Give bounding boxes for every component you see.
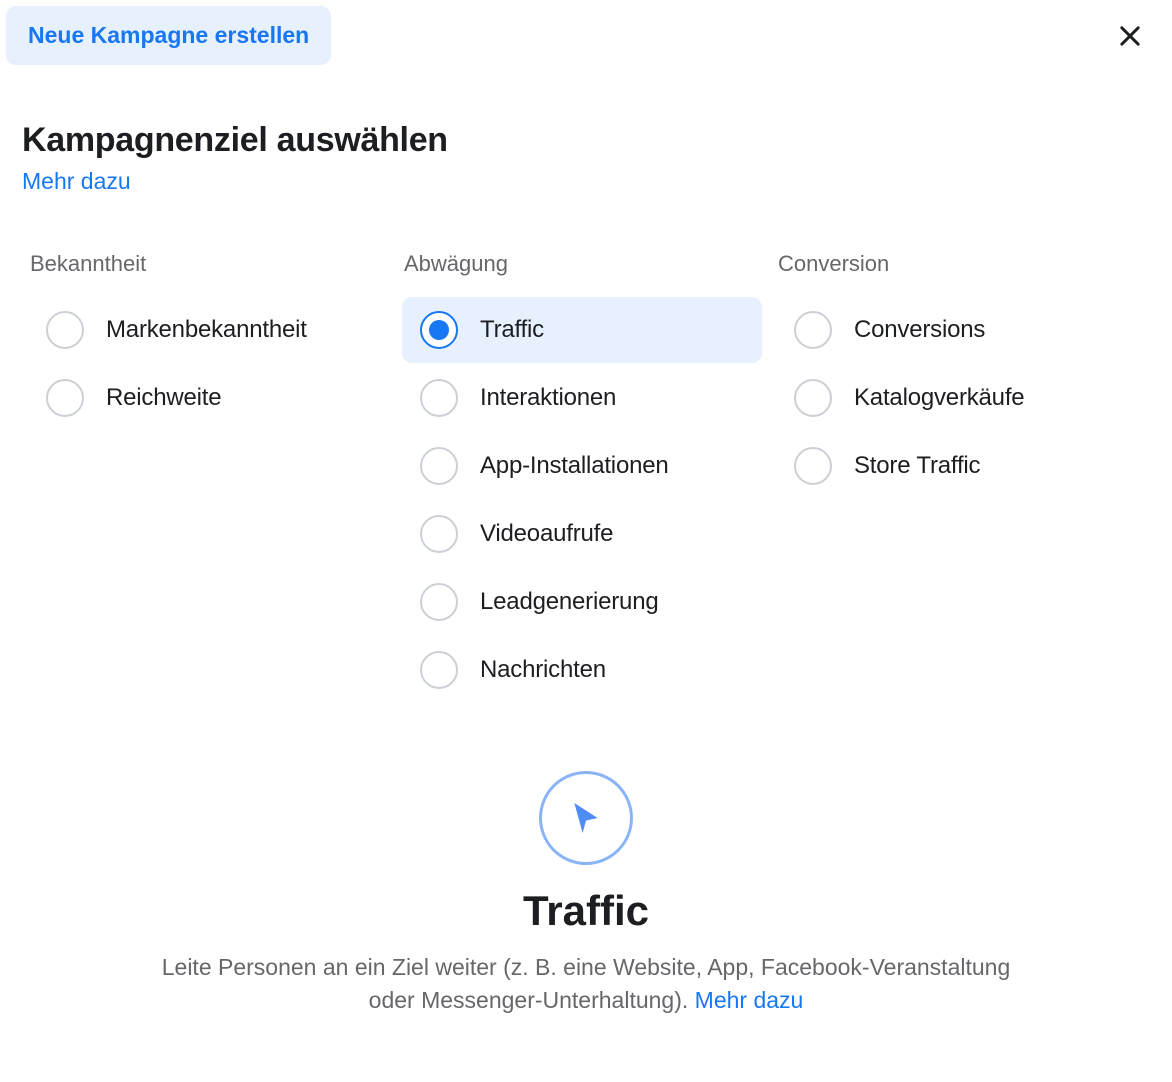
detail-description: Leite Personen an ein Ziel weiter (z. B.… — [151, 951, 1021, 1018]
option-label: Katalogverkäufe — [854, 384, 1024, 412]
column-awareness: Bekanntheit Markenbekanntheit Reichweite — [28, 251, 402, 705]
radio-icon — [420, 447, 458, 485]
option-label: Interaktionen — [480, 384, 616, 412]
column-consideration: Abwägung Traffic Interaktionen App-Insta… — [402, 251, 776, 705]
detail-learn-more-link[interactable]: Mehr dazu — [695, 987, 804, 1013]
option-leadgenerierung[interactable]: Leadgenerierung — [402, 569, 762, 635]
option-label: Videoaufrufe — [480, 520, 613, 548]
radio-icon — [46, 379, 84, 417]
learn-more-link[interactable]: Mehr dazu — [22, 168, 131, 195]
detail-title: Traffic — [0, 887, 1172, 935]
option-label: Traffic — [480, 316, 544, 344]
option-label: Store Traffic — [854, 452, 980, 480]
title-block: Kampagnenziel auswählen Mehr dazu — [0, 71, 1172, 195]
radio-icon — [420, 379, 458, 417]
option-label: Nachrichten — [480, 656, 606, 684]
column-header-conversion: Conversion — [776, 251, 1136, 277]
radio-icon — [46, 311, 84, 349]
dialog-header: Neue Kampagne erstellen — [0, 0, 1172, 71]
option-traffic[interactable]: Traffic — [402, 297, 762, 363]
objective-detail: Traffic Leite Personen an ein Ziel weite… — [0, 705, 1172, 1018]
detail-icon-circle — [539, 771, 633, 865]
column-conversion: Conversion Conversions Katalogverkäufe S… — [776, 251, 1150, 705]
option-label: App-Installationen — [480, 452, 669, 480]
close-button[interactable] — [1108, 14, 1152, 58]
option-markenbekanntheit[interactable]: Markenbekanntheit — [28, 297, 388, 363]
radio-icon — [420, 515, 458, 553]
option-store-traffic[interactable]: Store Traffic — [776, 433, 1136, 499]
close-icon — [1116, 22, 1144, 50]
cursor-icon — [566, 798, 606, 838]
option-videoaufrufe[interactable]: Videoaufrufe — [402, 501, 762, 567]
option-app-installationen[interactable]: App-Installationen — [402, 433, 762, 499]
option-label: Leadgenerierung — [480, 588, 659, 616]
new-campaign-pill[interactable]: Neue Kampagne erstellen — [6, 6, 331, 65]
column-header-consideration: Abwägung — [402, 251, 762, 277]
page-title: Kampagnenziel auswählen — [22, 121, 1172, 160]
radio-icon — [794, 447, 832, 485]
option-label: Conversions — [854, 316, 985, 344]
radio-icon — [420, 651, 458, 689]
option-interaktionen[interactable]: Interaktionen — [402, 365, 762, 431]
option-katalogverkaeufe[interactable]: Katalogverkäufe — [776, 365, 1136, 431]
option-nachrichten[interactable]: Nachrichten — [402, 637, 762, 703]
objective-columns: Bekanntheit Markenbekanntheit Reichweite… — [0, 195, 1172, 705]
option-reichweite[interactable]: Reichweite — [28, 365, 388, 431]
option-label: Markenbekanntheit — [106, 316, 307, 344]
radio-icon — [420, 583, 458, 621]
radio-icon — [794, 379, 832, 417]
detail-desc-text: Leite Personen an ein Ziel weiter (z. B.… — [162, 954, 1011, 1013]
option-conversions[interactable]: Conversions — [776, 297, 1136, 363]
option-label: Reichweite — [106, 384, 221, 412]
column-header-awareness: Bekanntheit — [28, 251, 388, 277]
radio-icon — [794, 311, 832, 349]
radio-icon — [420, 311, 458, 349]
